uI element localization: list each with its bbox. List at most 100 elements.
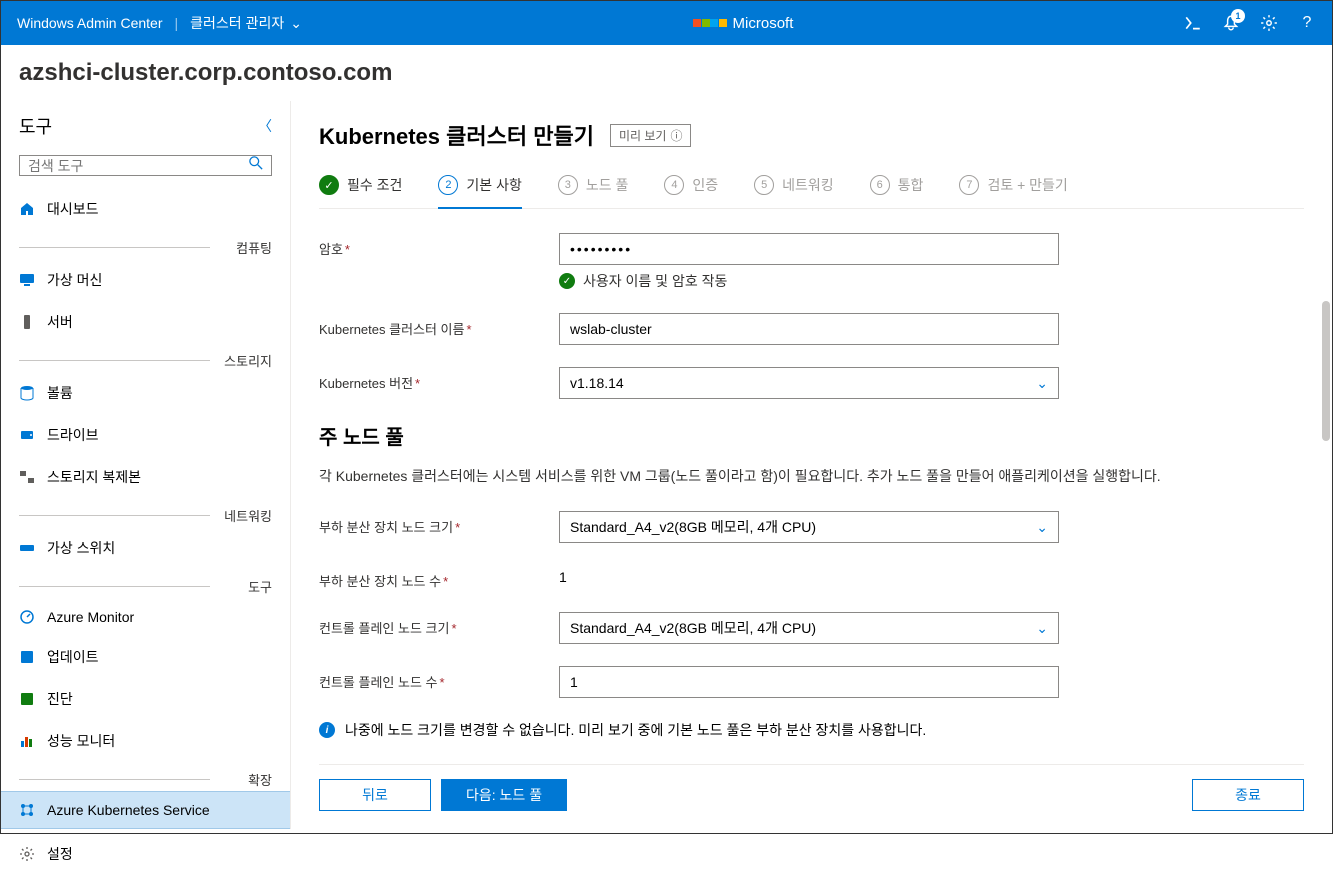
microsoft-logo-icon-2 xyxy=(710,19,727,27)
header-divider: | xyxy=(175,15,179,31)
sidebar-title: 도구 xyxy=(19,113,52,139)
validation-message: ✓ 사용자 이름 및 암호 작동 xyxy=(559,271,1059,291)
version-select[interactable]: v1.18.14 ⌄ xyxy=(559,367,1059,399)
cluster-name-input[interactable] xyxy=(559,313,1059,345)
form-scroll[interactable]: 암호* ✓ 사용자 이름 및 암호 작동 Kubernetes 클러스터 이름* xyxy=(319,209,1304,764)
cp-size-value: Standard_A4_v2(8GB 메모리, 4개 CPU) xyxy=(570,618,816,638)
step-number: 7 xyxy=(959,175,979,195)
step-number: 4 xyxy=(664,175,684,195)
monitor-icon xyxy=(19,272,35,288)
step-label: 필수 조건 xyxy=(347,175,402,195)
nav-label: Azure Kubernetes Service xyxy=(47,802,210,818)
drive-icon xyxy=(19,427,35,443)
app-name[interactable]: Windows Admin Center xyxy=(17,15,163,31)
nav-settings[interactable]: 설정 xyxy=(1,833,290,875)
nav-perf-monitor[interactable]: 성능 모니터 xyxy=(1,720,290,762)
section-compute: 컴퓨팅 xyxy=(1,234,290,259)
home-icon xyxy=(19,201,35,217)
nav-label: 업데이트 xyxy=(47,647,99,667)
nav-label: 가상 머신 xyxy=(47,270,102,290)
step-auth[interactable]: 4 인증 xyxy=(664,175,718,209)
switch-icon xyxy=(19,540,35,556)
wizard-steps: ✓ 필수 조건 2 기본 사항 3 노드 풀 4 인증 5 네트워킹 6 통합 xyxy=(319,175,1304,209)
step-nodepools[interactable]: 3 노드 풀 xyxy=(558,175,629,209)
step-label: 검토 + 만들기 xyxy=(987,175,1067,195)
powershell-icon[interactable] xyxy=(1184,14,1202,32)
nav-vms[interactable]: 가상 머신 xyxy=(1,259,290,301)
step-prerequisites[interactable]: ✓ 필수 조건 xyxy=(319,175,402,209)
close-button[interactable]: 종료 xyxy=(1192,779,1304,811)
step-number: 5 xyxy=(754,175,774,195)
step-basics[interactable]: 2 기본 사항 xyxy=(438,175,521,209)
aks-icon xyxy=(19,802,35,818)
version-value: v1.18.14 xyxy=(570,375,624,391)
info-banner: i 나중에 노드 크기를 변경할 수 없습니다. 미리 보기 중에 기본 노드 … xyxy=(319,720,1284,740)
page-title: Kubernetes 클러스터 만들기 xyxy=(319,119,594,151)
back-button[interactable]: 뒤로 xyxy=(319,779,431,811)
context-label: 클러스터 관리자 xyxy=(190,13,284,33)
section-extensions: 확장 xyxy=(1,766,290,791)
chevron-down-icon: ⌄ xyxy=(1036,519,1048,536)
nav-label: Azure Monitor xyxy=(47,609,134,625)
header-center: Microsoft xyxy=(302,15,1184,32)
nav-vswitch[interactable]: 가상 스위치 xyxy=(1,527,290,569)
nav-storage-replica[interactable]: 스토리지 복제본 xyxy=(1,456,290,498)
nav-updates[interactable]: 업데이트 xyxy=(1,636,290,678)
chevron-down-icon: ⌄ xyxy=(1036,620,1048,637)
password-input[interactable] xyxy=(559,233,1059,265)
nav-label: 설정 xyxy=(47,844,73,864)
cp-count-label: 컨트롤 플레인 노드 수* xyxy=(319,666,559,691)
nodepool-heading: 주 노드 풀 xyxy=(319,421,1284,450)
chevron-down-icon: ⌄ xyxy=(290,15,302,32)
chart-icon xyxy=(19,733,35,749)
notifications-icon[interactable]: 1 xyxy=(1222,14,1240,32)
replica-icon xyxy=(19,469,35,485)
step-networking[interactable]: 5 네트워킹 xyxy=(754,175,834,209)
context-dropdown[interactable]: 클러스터 관리자 ⌄ xyxy=(190,13,302,33)
azure-monitor-icon xyxy=(19,609,35,625)
lb-size-select[interactable]: Standard_A4_v2(8GB 메모리, 4개 CPU) ⌄ xyxy=(559,511,1059,543)
lb-size-value: Standard_A4_v2(8GB 메모리, 4개 CPU) xyxy=(570,517,816,537)
nav-servers[interactable]: 서버 xyxy=(1,301,290,343)
updates-icon xyxy=(19,649,35,665)
search-input[interactable] xyxy=(28,158,249,174)
nav-label: 드라이브 xyxy=(47,425,99,445)
search-tools-box[interactable] xyxy=(19,155,272,176)
microsoft-logo-icon xyxy=(693,19,710,27)
nodepool-description: 각 Kubernetes 클러스터에는 시스템 서비스를 위한 VM 그룹(노드… xyxy=(319,466,1284,487)
sidebar: 도구 〈 대시보드 컴퓨팅 가상 머신 서버 스토리지 볼륨 xyxy=(1,101,291,829)
step-integration[interactable]: 6 통합 xyxy=(870,175,924,209)
info-text: 나중에 노드 크기를 변경할 수 없습니다. 미리 보기 중에 기본 노드 풀은… xyxy=(345,720,926,740)
step-label: 통합 xyxy=(898,175,924,195)
check-circle-icon: ✓ xyxy=(559,273,575,289)
step-label: 노드 풀 xyxy=(586,175,629,195)
cp-count-input[interactable] xyxy=(559,666,1059,698)
cp-size-select[interactable]: Standard_A4_v2(8GB 메모리, 4개 CPU) ⌄ xyxy=(559,612,1059,644)
notification-badge: 1 xyxy=(1231,9,1245,23)
settings-icon[interactable] xyxy=(1260,14,1278,32)
step-review[interactable]: 7 검토 + 만들기 xyxy=(959,175,1067,209)
nav-label: 대시보드 xyxy=(47,199,99,219)
check-icon: ✓ xyxy=(319,175,339,195)
nav-azure-monitor[interactable]: Azure Monitor xyxy=(1,598,290,636)
search-icon xyxy=(249,156,263,175)
nav-aks[interactable]: Azure Kubernetes Service xyxy=(1,791,290,829)
version-label: Kubernetes 버전* xyxy=(319,367,559,392)
nav-drives[interactable]: 드라이브 xyxy=(1,414,290,456)
step-number: 6 xyxy=(870,175,890,195)
nav-volumes[interactable]: 볼륨 xyxy=(1,372,290,414)
step-label: 인증 xyxy=(692,175,718,195)
diagnostics-icon xyxy=(19,691,35,707)
nav-dashboard[interactable]: 대시보드 xyxy=(1,188,290,230)
step-label: 기본 사항 xyxy=(466,175,521,195)
cluster-hostname: azshci-cluster.corp.contoso.com xyxy=(1,45,1332,101)
nav-diagnostics[interactable]: 진단 xyxy=(1,678,290,720)
step-number: 3 xyxy=(558,175,578,195)
next-button[interactable]: 다음: 노드 풀 xyxy=(441,779,567,811)
nav-label: 서버 xyxy=(47,312,73,332)
wizard-footer: 뒤로 다음: 노드 풀 종료 xyxy=(319,764,1304,829)
help-icon[interactable]: ? xyxy=(1298,14,1316,32)
lb-size-label: 부하 분산 장치 노드 크기* xyxy=(319,511,559,536)
brand-label: Microsoft xyxy=(733,15,794,32)
collapse-sidebar-icon[interactable]: 〈 xyxy=(258,116,272,136)
